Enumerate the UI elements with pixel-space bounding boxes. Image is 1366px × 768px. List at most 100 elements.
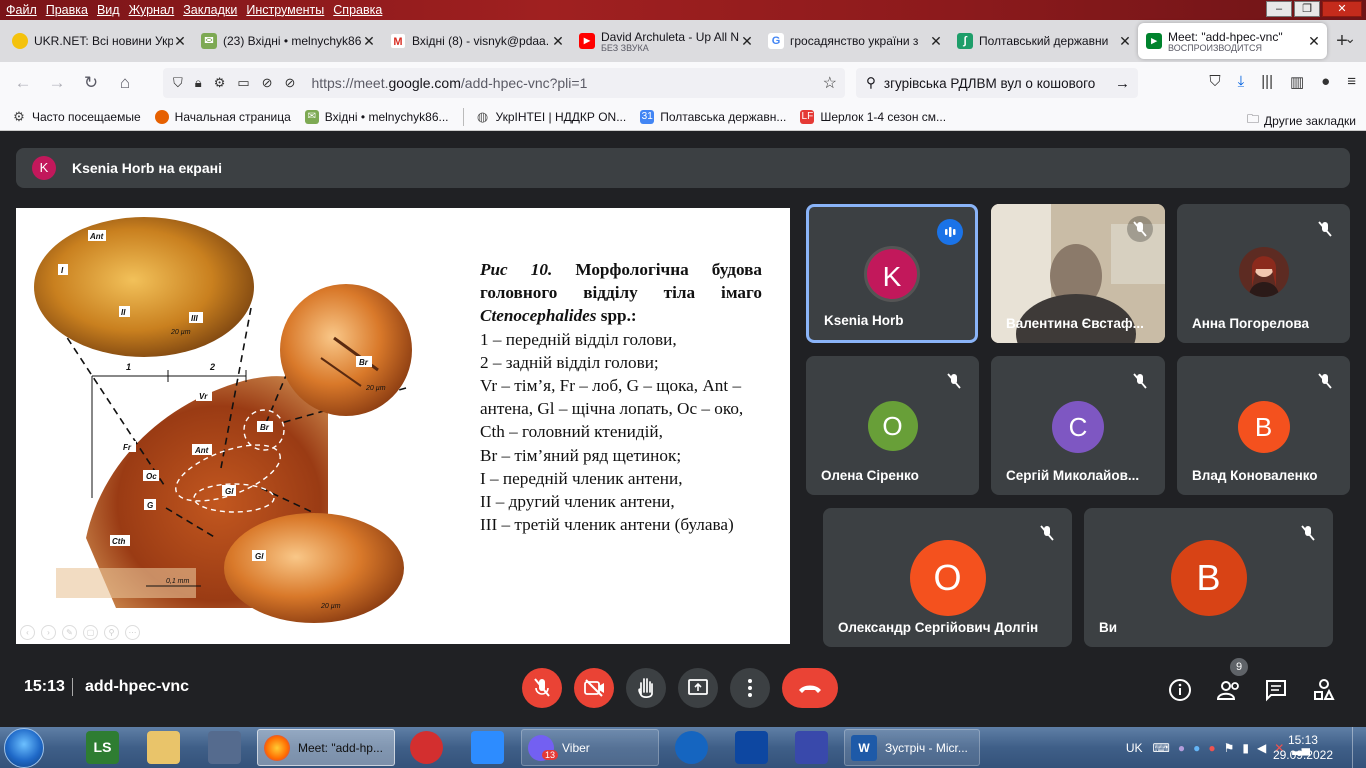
tab-meet[interactable]: ▸ Meet: "add-hpec-vnc" ВОСПРОИЗВОДИТСЯ ✕	[1138, 23, 1327, 59]
show-desktop-button[interactable]	[1352, 727, 1366, 768]
taskbar-clock[interactable]: 15:13 29.09.2022	[1273, 733, 1333, 763]
home-icon[interactable]: ⌂	[108, 73, 142, 93]
tab-list-chevron-icon[interactable]: ⌄	[1344, 30, 1356, 47]
participant-tile-oleksandr[interactable]: О Олександр Сергійович Долгін	[823, 508, 1072, 647]
maximize-button[interactable]: ❐	[1294, 1, 1320, 17]
app-globe-icon[interactable]	[675, 731, 708, 764]
viber-tray-icon[interactable]: ●	[1178, 741, 1185, 755]
recorder-tray-icon[interactable]: ●	[1208, 741, 1215, 755]
url-text[interactable]: https://meet.google.com/add-hpec-vnc?pli…	[311, 75, 587, 91]
bookmark-poltava[interactable]: 31 Полтавська державн...	[640, 110, 786, 124]
close-window-button[interactable]: ✕	[1322, 1, 1362, 17]
participant-tile-olena[interactable]: О Олена Сіренко	[806, 356, 979, 495]
file-explorer-icon[interactable]	[147, 731, 180, 764]
tab-gmail[interactable]: M Вхідні (8) - visnyk@pdaa. ✕	[382, 23, 571, 59]
menu-edit[interactable]: Правка	[46, 3, 88, 17]
pen-icon[interactable]: ✎	[62, 625, 77, 640]
pocket-icon[interactable]: ⛉	[1209, 73, 1220, 91]
participant-tile-vlad[interactable]: В Влад Коноваленко	[1177, 356, 1350, 495]
participant-tile-ksenia[interactable]: K Ksenia Horb	[806, 204, 978, 343]
taskbar-viber[interactable]: 13 Viber	[521, 729, 659, 766]
search-input[interactable]: ⚲ згурівська РДЛВМ вул о кошового →	[856, 68, 1138, 98]
close-icon[interactable]: ✕	[1307, 33, 1321, 50]
tab-youtube[interactable]: ▶ David Archuleta - Up All N БЕЗ ЗВУКА ✕	[571, 23, 760, 59]
volume-icon[interactable]: ◀	[1257, 741, 1266, 755]
tab-ukrnet[interactable]: UKR.NET: Всі новини Укр ✕	[4, 23, 193, 59]
menu-file[interactable]: Файл	[6, 3, 37, 17]
menu-help[interactable]: Справка	[333, 3, 382, 17]
close-icon[interactable]: ✕	[740, 33, 754, 50]
security-tray-icon[interactable]: ●	[1193, 741, 1200, 755]
language-indicator[interactable]: UK	[1126, 741, 1143, 755]
system-tool-icon[interactable]	[208, 731, 241, 764]
other-bookmarks[interactable]: 🗀 Другие закладки	[1247, 110, 1356, 131]
toggle-camera-button[interactable]	[574, 668, 614, 708]
menu-tools[interactable]: Инструменты	[246, 3, 324, 17]
participant-tile-valentyna[interactable]: Валентина Євстаф...	[991, 204, 1165, 343]
back-arrow-icon[interactable]: ←	[6, 73, 40, 93]
permissions-icon[interactable]: ⚙	[214, 75, 226, 91]
bookmark-most-visited[interactable]: ⚙ Часто посещаемые	[12, 110, 140, 125]
raise-hand-button[interactable]	[626, 668, 666, 708]
keyboard-icon[interactable]: ⌨	[1153, 741, 1170, 755]
tab-poltava[interactable]: ∫ Полтавський державни ✕	[949, 23, 1138, 59]
close-icon[interactable]: ✕	[1118, 33, 1132, 50]
close-icon[interactable]: ✕	[362, 33, 376, 50]
people-icon[interactable]	[1216, 678, 1242, 702]
chat-icon[interactable]	[1264, 678, 1288, 702]
sidebar-icon[interactable]: ▥	[1290, 73, 1304, 91]
tab-mail-inbox[interactable]: ✉ (23) Вхідні • melnychyk86 ✕	[193, 23, 382, 59]
ls-app-icon[interactable]: LS	[86, 731, 119, 764]
url-bar[interactable]: ⛉ 🔒︎ ⚙ ▭ ⊘ ⊘ https://meet.google.com/add…	[163, 68, 845, 98]
meeting-details-info-icon[interactable]	[1168, 678, 1192, 702]
participant-tile-self[interactable]: B Ви	[1084, 508, 1333, 647]
minimize-button[interactable]: –	[1266, 1, 1292, 17]
more-icon[interactable]: ⋯	[125, 625, 140, 640]
close-icon[interactable]: ✕	[929, 33, 943, 50]
connection-app-icon[interactable]	[795, 731, 828, 764]
activities-icon[interactable]	[1312, 678, 1336, 702]
next-slide-icon[interactable]: ›	[41, 625, 56, 640]
close-icon[interactable]: ✕	[173, 33, 187, 50]
forward-arrow-icon[interactable]: →	[40, 73, 74, 93]
menu-bookmarks[interactable]: Закладки	[183, 3, 237, 17]
account-icon[interactable]: ●	[1321, 73, 1330, 91]
leave-call-button[interactable]	[782, 668, 838, 708]
lock-icon[interactable]: 🔒︎	[195, 75, 202, 91]
shared-screen-slide[interactable]: Ant I II III 20 µm Br 20 µm 1 2 Vr Br Fr…	[16, 208, 790, 644]
prev-slide-icon[interactable]: ‹	[20, 625, 35, 640]
microphone-icon[interactable]: ⊘	[262, 75, 273, 91]
menu-history[interactable]: Журнал	[129, 3, 175, 17]
camera-icon[interactable]: ▭	[237, 75, 249, 91]
bookmark-start-page[interactable]: Начальная страница	[154, 110, 291, 124]
reload-icon[interactable]: ↻	[74, 73, 108, 93]
participant-tile-serhii[interactable]: С Сергій Миколайов...	[991, 356, 1165, 495]
more-options-button[interactable]	[730, 668, 770, 708]
shield-app-icon[interactable]	[735, 731, 768, 764]
zoom-icon[interactable]: ⚲	[104, 625, 119, 640]
participant-tile-anna[interactable]: Анна Погорелова	[1177, 204, 1350, 343]
library-icon[interactable]: |||	[1261, 73, 1273, 91]
shield-icon[interactable]: ⛉	[173, 75, 183, 91]
bookmark-sherlock[interactable]: LF Шерлок 1-4 сезон см...	[800, 110, 946, 124]
download-icon[interactable]: ⤓	[1238, 73, 1245, 91]
screen-share-icon[interactable]: ⊘	[285, 75, 296, 91]
bookmark-star-icon[interactable]: ☆	[823, 73, 837, 93]
start-button[interactable]	[4, 728, 44, 768]
taskbar-word[interactable]: W Зустріч - Micr...	[844, 729, 980, 766]
close-icon[interactable]: ✕	[551, 33, 565, 50]
network-icon[interactable]: ▮	[1242, 741, 1249, 755]
search-go-arrow-icon[interactable]: →	[1115, 75, 1130, 92]
zoom-icon[interactable]	[471, 731, 504, 764]
tab-google-search[interactable]: G гросадянство україни з ✕	[760, 23, 949, 59]
bookmark-inbox[interactable]: ✉ Вхідні • melnychyk86...	[304, 110, 449, 124]
toggle-mic-button[interactable]	[522, 668, 562, 708]
copy-icon[interactable]: ▢	[83, 625, 98, 640]
bookmark-ukrintei[interactable]: ◍ УкрІНТЕІ | НДДКР ON...	[476, 110, 626, 125]
taskbar-firefox-meet[interactable]: Meet: "add-hp...	[257, 729, 395, 766]
screen-recorder-icon[interactable]	[410, 731, 443, 764]
app-menu-icon[interactable]: ≡	[1347, 73, 1356, 91]
present-screen-button[interactable]	[678, 668, 718, 708]
menu-view[interactable]: Вид	[97, 3, 120, 17]
flag-icon[interactable]: ⚑	[1224, 741, 1235, 755]
